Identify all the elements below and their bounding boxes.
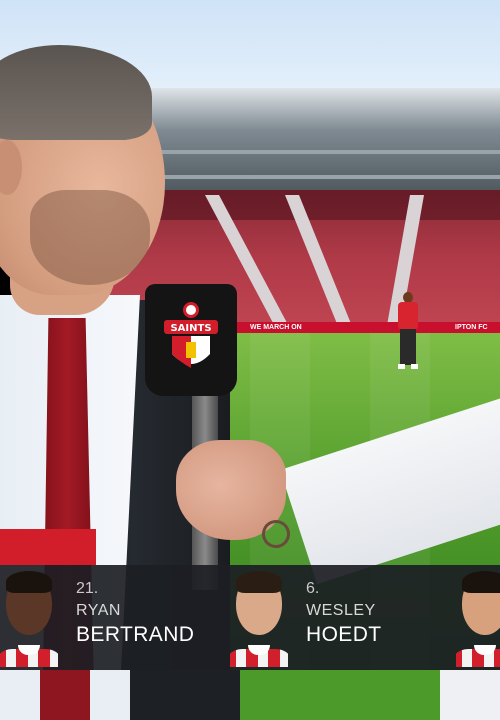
club-crest-icon: SAINTS [158,298,224,378]
crest-text: SAINTS [170,323,211,334]
red-accent-strip [0,529,96,565]
bottom-scene-strip [0,670,500,720]
roof-beam [120,150,500,154]
roof-beam [120,175,500,179]
player-first-name: WESLEY [306,602,376,619]
warming-up-player [395,292,421,372]
reporter-beard [30,190,150,285]
player-number: 21. [76,580,99,597]
player-last-name: BERTRAND [76,623,195,646]
player-portrait [0,567,58,667]
player-portrait [456,567,500,667]
player-card-hoedt: 6. WESLEY HOEDT [228,565,448,670]
player-number: 6. [306,580,320,597]
player-first-name: RYAN [76,602,121,619]
player-last-name: HOEDT [306,623,382,646]
player-portrait [230,567,288,667]
player-card-bertrand: 21. RYAN BERTRAND [0,565,230,670]
player-card-partial [450,565,500,670]
